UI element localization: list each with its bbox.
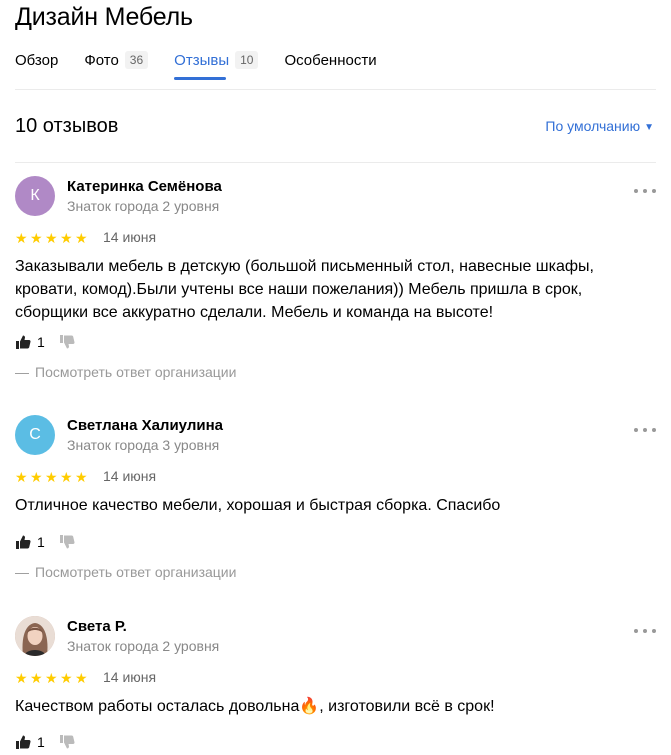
sort-dropdown[interactable]: По умолчанию ▼ bbox=[545, 118, 654, 134]
thumb-down-icon[interactable] bbox=[59, 534, 75, 550]
dash-icon: — bbox=[15, 364, 29, 380]
tab-label: Обзор bbox=[15, 52, 59, 69]
tab-label: Особенности bbox=[284, 52, 377, 69]
rating-stars: ★ ★ ★ ★ ★ bbox=[15, 671, 90, 685]
tab-overview[interactable]: Обзор bbox=[15, 50, 58, 80]
star-icon: ★ bbox=[75, 469, 88, 485]
tab-photos[interactable]: Фото 36 bbox=[84, 50, 149, 80]
tab-label: Фото bbox=[84, 52, 119, 69]
tab-label: Отзывы bbox=[174, 52, 230, 69]
review-card: К Катеринка Семёнова Знаток города 2 уро… bbox=[15, 176, 656, 391]
thumb-up-icon[interactable] bbox=[15, 534, 31, 550]
vote-controls: 1 bbox=[15, 732, 75, 752]
review-author[interactable]: Света Р. bbox=[67, 618, 127, 635]
star-icon: ★ bbox=[75, 670, 88, 686]
review-card: С Светлана Халиулина Знаток города 3 уро… bbox=[15, 415, 656, 585]
avatar-photo bbox=[15, 616, 55, 656]
more-options-icon[interactable] bbox=[634, 186, 656, 196]
tabs-bar: Обзор Фото 36 Отзывы 10 Особенности bbox=[15, 50, 403, 80]
star-icon: ★ bbox=[60, 230, 73, 246]
avatar[interactable]: К bbox=[15, 176, 55, 216]
review-date: 14 июня bbox=[103, 468, 157, 484]
rating-stars: ★ ★ ★ ★ ★ bbox=[15, 470, 90, 484]
review-author-level: Знаток города 3 уровня bbox=[67, 437, 220, 453]
review-author[interactable]: Светлана Халиулина bbox=[67, 417, 223, 434]
caret-down-icon: ▼ bbox=[644, 122, 654, 133]
review-text: Качеством работы осталась довольна🔥, изг… bbox=[15, 698, 495, 715]
review-author-level: Знаток города 2 уровня bbox=[67, 198, 220, 214]
dash-icon: — bbox=[15, 564, 29, 580]
review-text: Заказывали мебель в детскую (большой пис… bbox=[15, 258, 594, 321]
star-icon: ★ bbox=[30, 230, 43, 246]
divider bbox=[15, 162, 656, 163]
sort-label: По умолчанию bbox=[545, 118, 641, 134]
thumb-up-icon[interactable] bbox=[15, 334, 31, 350]
star-icon: ★ bbox=[60, 670, 73, 686]
star-icon: ★ bbox=[45, 469, 58, 485]
star-icon: ★ bbox=[75, 230, 88, 246]
review-date: 14 июня bbox=[103, 229, 157, 245]
review-date: 14 июня bbox=[103, 669, 157, 685]
more-options-icon[interactable] bbox=[634, 626, 656, 636]
thumb-down-icon[interactable] bbox=[59, 734, 75, 750]
like-count: 1 bbox=[37, 534, 45, 550]
star-icon: ★ bbox=[30, 469, 43, 485]
star-icon: ★ bbox=[15, 670, 28, 686]
star-icon: ★ bbox=[30, 670, 43, 686]
thumb-up-icon[interactable] bbox=[15, 734, 31, 750]
tab-count-badge: 10 bbox=[235, 51, 259, 69]
review-text: Отличное качество мебели, хорошая и быст… bbox=[15, 497, 501, 514]
review-card: Света Р. Знаток города 2 уровня ★ ★ ★ ★ … bbox=[15, 616, 656, 755]
org-link-label: Посмотреть ответ организации bbox=[35, 364, 237, 380]
tab-count-badge: 36 bbox=[124, 51, 149, 69]
more-options-icon[interactable] bbox=[634, 425, 656, 435]
tab-reviews[interactable]: Отзывы 10 bbox=[174, 50, 259, 80]
star-icon: ★ bbox=[45, 230, 58, 246]
review-author[interactable]: Катеринка Семёнова bbox=[67, 178, 222, 195]
avatar[interactable]: С bbox=[15, 415, 55, 455]
like-count: 1 bbox=[37, 334, 45, 350]
org-link-label: Посмотреть ответ организации bbox=[35, 564, 237, 580]
divider bbox=[15, 89, 656, 90]
thumb-down-icon[interactable] bbox=[59, 334, 75, 350]
vote-controls: 1 bbox=[15, 532, 75, 552]
page-title: Дизайн Мебель bbox=[15, 3, 193, 31]
star-icon: ★ bbox=[15, 469, 28, 485]
avatar[interactable] bbox=[15, 616, 55, 656]
view-org-reply-link[interactable]: — Посмотреть ответ организации bbox=[15, 564, 236, 580]
vote-controls: 1 bbox=[15, 332, 75, 352]
like-count: 1 bbox=[37, 734, 45, 750]
star-icon: ★ bbox=[45, 670, 58, 686]
tab-features[interactable]: Особенности bbox=[284, 50, 376, 80]
review-author-level: Знаток города 2 уровня bbox=[67, 638, 220, 654]
star-icon: ★ bbox=[15, 230, 28, 246]
rating-stars: ★ ★ ★ ★ ★ bbox=[15, 231, 90, 245]
star-icon: ★ bbox=[60, 469, 73, 485]
reviews-count-heading: 10 отзывов bbox=[15, 115, 119, 137]
view-org-reply-link[interactable]: — Посмотреть ответ организации bbox=[15, 364, 236, 380]
